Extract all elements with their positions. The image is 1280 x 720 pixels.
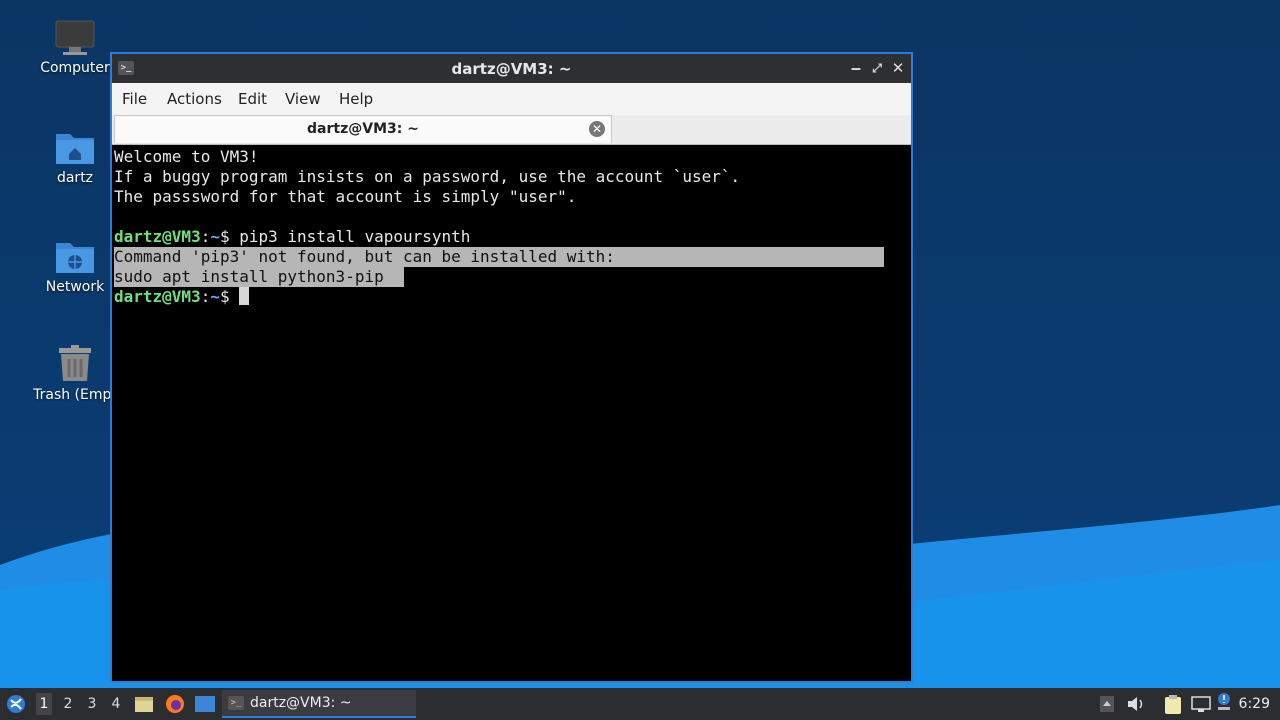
text-cursor [239,287,250,305]
prompt-separator: : [200,227,211,246]
workspace-3[interactable]: 3 [84,696,100,712]
start-menu-icon[interactable] [5,694,27,714]
maximize-button[interactable]: ⤢ [868,58,886,78]
volume-icon[interactable] [1126,695,1146,713]
show-desktop-icon[interactable] [194,694,216,714]
minimize-button[interactable]: ‒ [847,58,865,78]
menu-help[interactable]: Help [339,90,373,108]
tab-terminal[interactable]: dartz@VM3: ~ ✕ [114,115,612,143]
file-manager-icon[interactable] [134,694,154,714]
menu-view[interactable]: View [285,90,321,108]
prompt-separator: : [200,287,211,306]
terminal-window: >_ dartz@VM3: ~ ‒ ⤢ ✕ File Actions Edit … [110,52,913,683]
prompt-path: ~ [210,287,220,306]
terminal-app-icon: >_ [228,696,244,710]
task-label: dartz@VM3: ~ [250,695,352,711]
prompt-user: dartz@VM3 [114,287,201,306]
terminal-line: The passsword for that account is simply… [114,187,577,206]
network-icon[interactable] [1190,695,1212,713]
close-button[interactable]: ✕ [889,58,907,78]
menu-file[interactable]: File [122,90,147,108]
terminal-line-selected: sudo apt install python3-pip [114,267,911,287]
update-notifier-icon[interactable] [1216,692,1232,714]
terminal-line-selected: Command 'pip3' not found, but can be ins… [114,247,911,267]
command-line: dartz@VM3:~$ pip3 install vapoursynth [114,227,911,247]
prompt-line: dartz@VM3:~$ [114,287,911,307]
terminal-line: Welcome to VM3! [114,147,259,166]
terminal-line: If a buggy program insists on a password… [114,167,741,186]
prompt-path: ~ [210,227,220,246]
tray-expand-icon[interactable] [1099,695,1115,713]
prompt-sign: $ [219,227,240,246]
clock[interactable]: 6:29 [1239,696,1270,712]
firefox-icon[interactable] [164,693,186,715]
network-folder-icon [56,243,94,273]
menu-actions[interactable]: Actions [167,90,222,108]
tab-bar: dartz@VM3: ~ ✕ [112,115,911,145]
window-title: dartz@VM3: ~ [451,60,572,78]
taskbar-task-terminal[interactable]: >_ dartz@VM3: ~ [222,690,416,718]
computer-icon [55,20,95,55]
tab-close-icon[interactable]: ✕ [589,121,605,137]
home-folder-icon [56,134,94,164]
trash-icon [59,345,91,381]
clipboard-icon[interactable] [1163,695,1183,715]
menu-bar: File Actions Edit View Help [112,83,911,115]
workspace-1[interactable]: 1 [36,693,52,715]
workspace-4[interactable]: 4 [108,696,124,712]
output-line: sudo apt install python3-pip [114,267,404,287]
prompt-user: dartz@VM3 [114,227,201,246]
output-line: Command 'pip3' not found, but can be ins… [114,247,884,267]
taskbar: 1 2 3 4 >_ dartz@VM3: ~ 6:29 [0,688,1280,720]
terminal-output[interactable]: Welcome to VM3! If a buggy program insis… [112,145,911,681]
prompt-sign: $ [219,287,240,306]
window-titlebar[interactable]: >_ dartz@VM3: ~ ‒ ⤢ ✕ [112,54,911,83]
command-text: pip3 install vapoursynth [239,227,471,246]
workspace-2[interactable]: 2 [60,696,76,712]
tab-label: dartz@VM3: ~ [307,121,419,137]
menu-edit[interactable]: Edit [238,90,267,108]
